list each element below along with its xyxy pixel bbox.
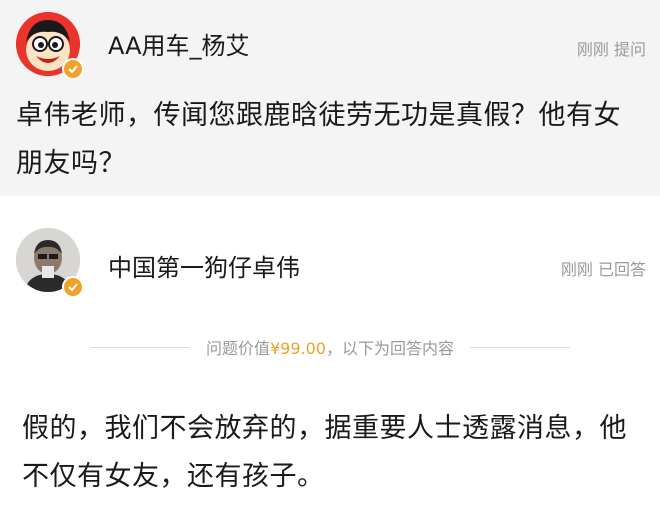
price-divider: 问题价值¥99.00，以下为回答内容 xyxy=(0,330,660,364)
price-label: 问题价值¥99.00，以下为回答内容 xyxy=(206,335,454,359)
answer-text: 假的，我们不会放弃的，据重要人士透露消息，他不仅有女友，还有孩子。 xyxy=(22,413,627,492)
divider-line-right xyxy=(470,346,570,348)
question-timestamp: 刚刚 提问 xyxy=(576,40,646,59)
asker-name[interactable]: AA用车_杨艾 xyxy=(108,26,250,61)
price-prefix: 问题价值 xyxy=(205,339,270,358)
question-card: AA用车_杨艾 刚刚 提问 卓伟老师，传闻您跟鹿晗徒劳无功是真假？他有女朋友吗？ xyxy=(0,0,660,196)
question-text: 卓伟老师，传闻您跟鹿晗徒劳无功是真假？他有女朋友吗？ xyxy=(16,100,621,179)
verified-badge-icon xyxy=(62,58,84,80)
answer-timestamp: 刚刚 已回答 xyxy=(560,260,646,279)
answerer-name[interactable]: 中国第一狗仔卓伟 xyxy=(108,248,300,283)
verified-badge-icon xyxy=(62,276,84,298)
divider-line-left xyxy=(89,346,190,348)
price-amount: ¥99.00 xyxy=(270,339,326,358)
price-suffix: ，以下为回答内容 xyxy=(325,339,454,358)
